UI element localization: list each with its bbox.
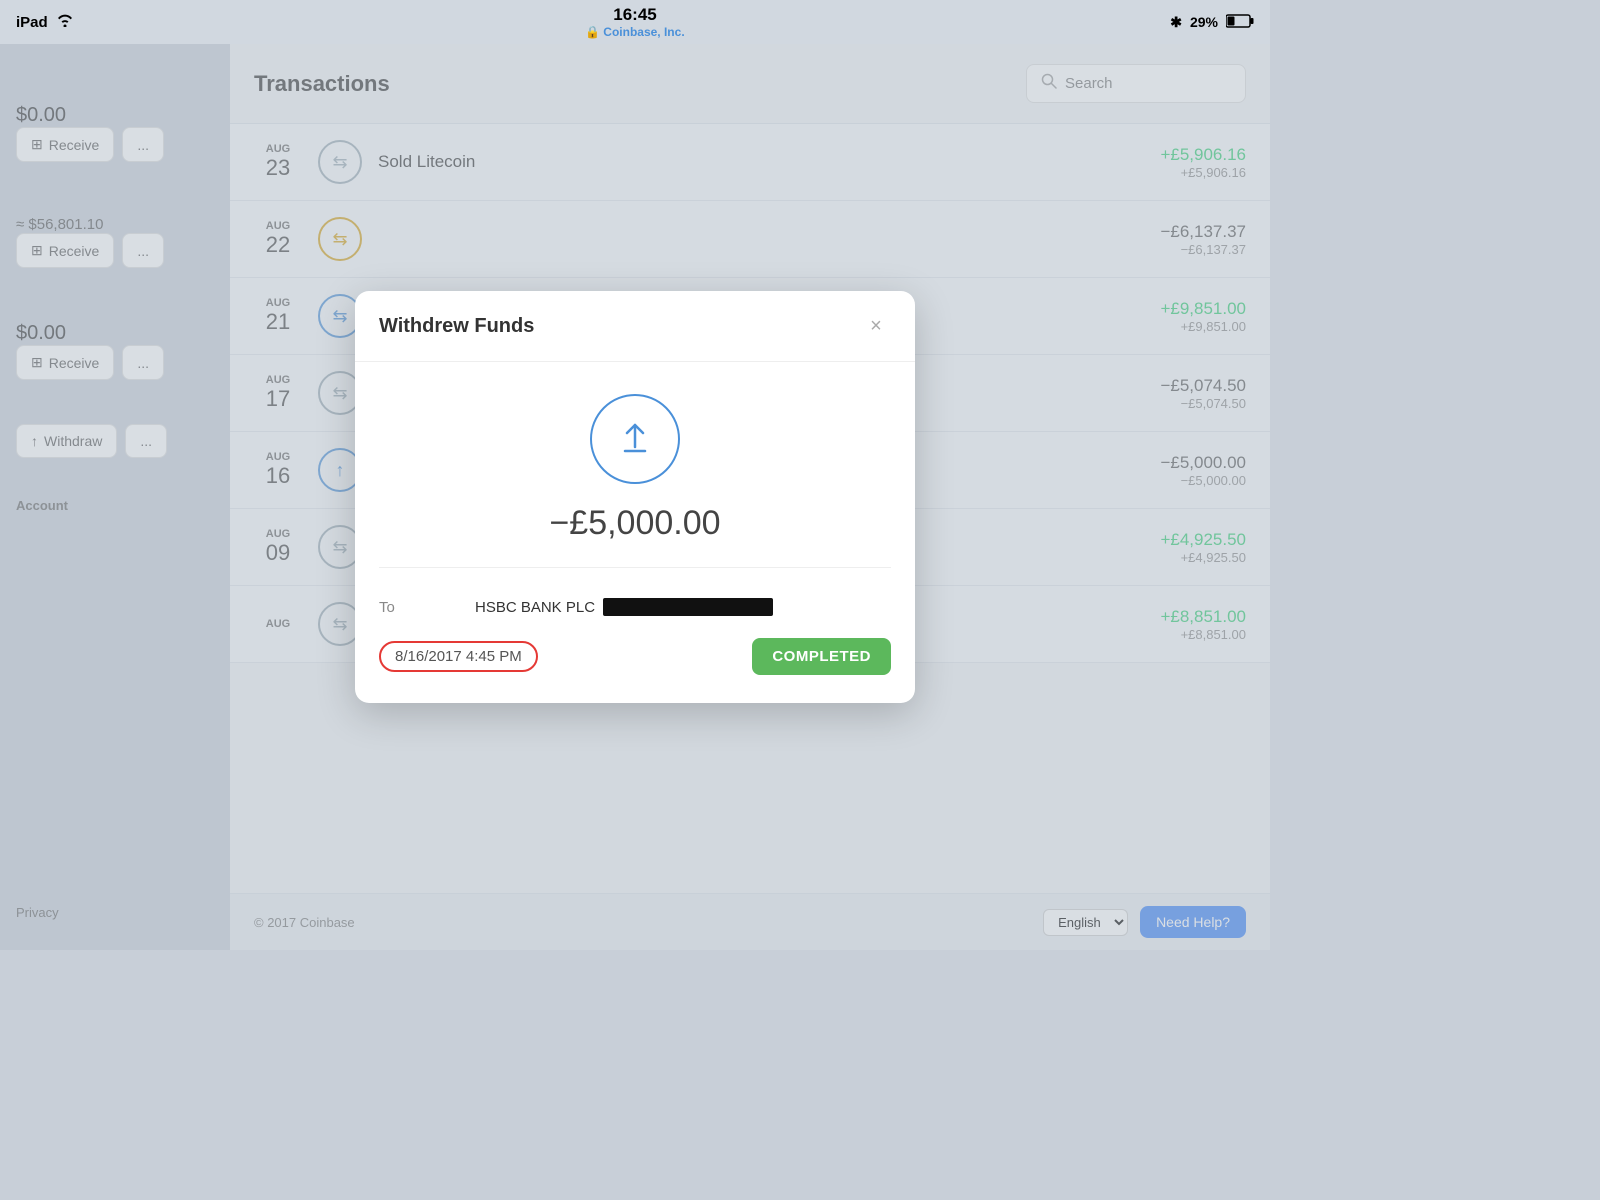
modal-icon-area [379, 394, 891, 484]
lock-icon: 🔒 [585, 25, 600, 39]
modal-amount: −£5,000.00 [379, 504, 891, 543]
battery-icon [1226, 14, 1254, 31]
modal-body: −£5,000.00 To HSBC BANK PLC 8/16/2017 4:… [355, 362, 915, 703]
modal-detail-row-to: To HSBC BANK PLC [379, 588, 891, 626]
completed-badge: COMPLETED [752, 638, 891, 675]
redacted-account-number [603, 598, 773, 616]
modal-close-button[interactable]: × [861, 311, 891, 341]
modal-overlay: Withdrew Funds × −£5,000.00 To HSBC BANK… [0, 44, 1270, 950]
modal-bank-name: HSBC BANK PLC [475, 599, 595, 616]
modal-footer-row: 8/16/2017 4:45 PM COMPLETED [379, 626, 891, 679]
modal-divider [379, 567, 891, 568]
ipad-label: iPad [16, 14, 48, 31]
modal-to-label: To [379, 599, 459, 616]
modal-to-value: HSBC BANK PLC [475, 598, 891, 616]
withdraw-circle-icon [590, 394, 680, 484]
modal-header: Withdrew Funds × [355, 291, 915, 362]
wifi-icon [56, 13, 74, 31]
withdraw-modal: Withdrew Funds × −£5,000.00 To HSBC BANK… [355, 291, 915, 703]
status-bar: iPad 16:45 🔒 Coinbase, Inc. ✱ 29% [0, 0, 1270, 44]
modal-date: 8/16/2017 4:45 PM [379, 641, 538, 672]
modal-title: Withdrew Funds [379, 315, 534, 338]
status-time: 16:45 [613, 5, 656, 25]
status-bar-right: ✱ 29% [1170, 14, 1254, 31]
status-site: 🔒 Coinbase, Inc. [585, 25, 684, 39]
status-bar-left: iPad [16, 13, 74, 31]
bluetooth-icon: ✱ [1170, 14, 1182, 31]
status-bar-center: 16:45 🔒 Coinbase, Inc. [585, 5, 684, 39]
battery-percent: 29% [1190, 14, 1218, 30]
